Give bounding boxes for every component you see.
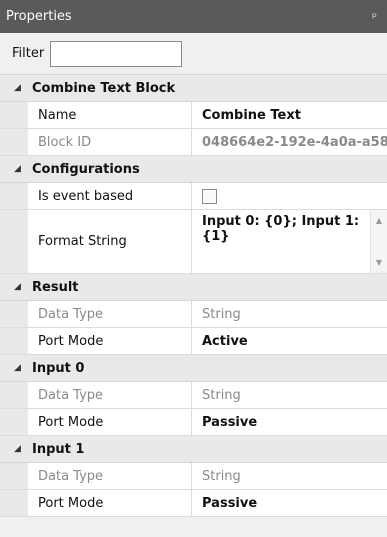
category-label: Combine Text Block: [32, 80, 176, 96]
category-label: Input 1: [32, 441, 85, 457]
property-name: Name: [28, 102, 192, 128]
property-row[interactable]: Is event based: [0, 183, 387, 210]
properties-panel: Properties ᵖ Filter ◢ Combine Text Block…: [0, 0, 387, 537]
row-gutter: [0, 183, 28, 209]
collapse-triangle-icon[interactable]: ◢: [0, 83, 32, 93]
row-gutter: [0, 210, 28, 273]
panel-titlebar: Properties ᵖ: [0, 0, 387, 33]
property-name: Is event based: [28, 183, 192, 209]
collapse-triangle-icon[interactable]: ◢: [0, 444, 32, 454]
property-row[interactable]: Format String Input 0: {0}; Input 1: {1}…: [0, 210, 387, 274]
property-row[interactable]: Port Mode Active: [0, 328, 387, 355]
category-combine-text-block[interactable]: ◢ Combine Text Block: [0, 75, 387, 102]
collapse-triangle-icon[interactable]: ◢: [0, 282, 32, 292]
filter-input[interactable]: [50, 40, 183, 67]
scroll-up-icon[interactable]: ▲: [371, 213, 387, 228]
property-row[interactable]: Data Type String: [0, 301, 387, 328]
row-gutter: [0, 382, 28, 408]
row-gutter: [0, 409, 28, 435]
row-gutter: [0, 301, 28, 327]
property-row[interactable]: Name Combine Text: [0, 102, 387, 129]
row-gutter: [0, 129, 28, 155]
collapse-triangle-icon[interactable]: ◢: [0, 363, 32, 373]
property-value-data-type[interactable]: String: [192, 382, 387, 408]
category-configurations[interactable]: ◢ Configurations: [0, 156, 387, 183]
row-gutter: [0, 328, 28, 354]
property-value-is-event-based: [192, 183, 387, 209]
scroll-down-icon[interactable]: ▼: [371, 255, 387, 270]
property-name: Data Type: [28, 301, 192, 327]
category-label: Result: [32, 279, 79, 295]
textarea-scrollbar[interactable]: ▲ ▼: [370, 210, 387, 273]
collapse-triangle-icon[interactable]: ◢: [0, 164, 32, 174]
filter-bar: Filter: [0, 33, 387, 75]
category-input-0[interactable]: ◢ Input 0: [0, 355, 387, 382]
property-row[interactable]: Port Mode Passive: [0, 490, 387, 517]
row-gutter: [0, 463, 28, 489]
is-event-based-checkbox[interactable]: [202, 188, 217, 204]
property-value-port-mode[interactable]: Passive: [192, 490, 387, 516]
row-gutter: [0, 102, 28, 128]
property-row[interactable]: Data Type String: [0, 463, 387, 490]
pin-icon[interactable]: ᵖ: [372, 10, 377, 24]
row-gutter: [0, 490, 28, 516]
filter-label: Filter: [12, 46, 45, 61]
property-name: Port Mode: [28, 328, 192, 354]
format-string-textarea[interactable]: Input 0: {0}; Input 1: {1} ▲ ▼: [192, 210, 387, 273]
property-name: Port Mode: [28, 409, 192, 435]
property-row[interactable]: Data Type String: [0, 382, 387, 409]
property-name: Data Type: [28, 463, 192, 489]
format-string-value: Input 0: {0}; Input 1: {1}: [202, 214, 360, 244]
property-row[interactable]: Port Mode Passive: [0, 409, 387, 436]
property-value-data-type[interactable]: String: [192, 463, 387, 489]
property-name: Block ID: [28, 129, 192, 155]
property-value-port-mode[interactable]: Active: [192, 328, 387, 354]
property-value-data-type[interactable]: String: [192, 301, 387, 327]
property-value-port-mode[interactable]: Passive: [192, 409, 387, 435]
panel-title: Properties: [6, 9, 72, 24]
property-name: Format String: [28, 210, 192, 273]
category-label: Configurations: [32, 161, 140, 177]
property-value-block-id[interactable]: 048664e2-192e-4a0a-a58f-c: [192, 129, 387, 155]
property-row[interactable]: Block ID 048664e2-192e-4a0a-a58f-c: [0, 129, 387, 156]
category-input-1[interactable]: ◢ Input 1: [0, 436, 387, 463]
property-name: Port Mode: [28, 490, 192, 516]
property-name: Data Type: [28, 382, 192, 408]
property-value-name[interactable]: Combine Text: [192, 102, 387, 128]
property-grid: ◢ Combine Text Block Name Combine Text B…: [0, 75, 387, 517]
category-result[interactable]: ◢ Result: [0, 274, 387, 301]
category-label: Input 0: [32, 360, 85, 376]
